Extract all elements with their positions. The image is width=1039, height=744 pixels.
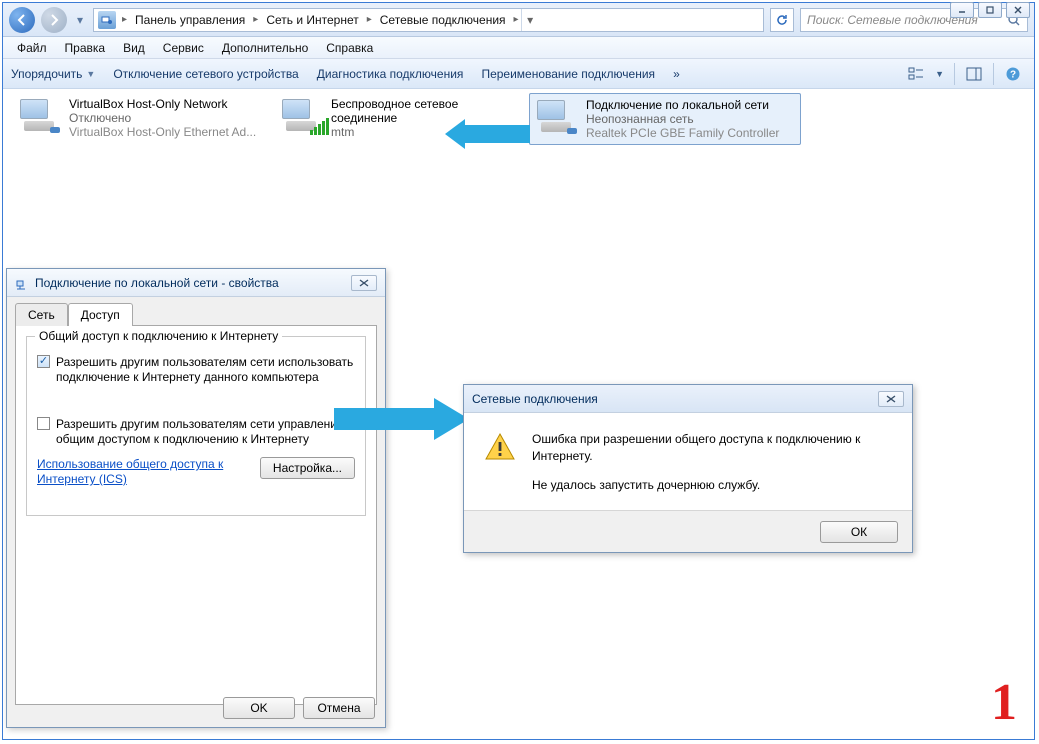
maximize-button[interactable] bbox=[978, 2, 1002, 18]
signal-bars-icon bbox=[310, 117, 329, 135]
tab-network[interactable]: Сеть bbox=[15, 303, 68, 326]
menu-view[interactable]: Вид bbox=[115, 39, 153, 57]
menu-extra[interactable]: Дополнительно bbox=[214, 39, 316, 57]
breadcrumb-item[interactable]: Панель управления bbox=[129, 9, 251, 31]
error-dialog: Сетевые подключения Ошибка при разрешени… bbox=[463, 384, 913, 553]
connection-item-wireless[interactable]: Беспроводное сетевое соединение mtm bbox=[275, 93, 525, 143]
dialog-buttons: OK Отмена bbox=[223, 697, 375, 719]
ok-button[interactable]: OK bbox=[223, 697, 295, 719]
settings-button[interactable]: Настройка... bbox=[260, 457, 355, 479]
warning-icon bbox=[484, 431, 516, 463]
preview-pane-button[interactable] bbox=[965, 65, 983, 83]
connection-device: VirtualBox Host-Only Ethernet Ad... bbox=[69, 125, 256, 139]
ics-groupbox: Общий доступ к подключению к Интернету Р… bbox=[26, 336, 366, 516]
allow-share-checkbox[interactable] bbox=[37, 355, 50, 368]
minimize-button[interactable] bbox=[950, 2, 974, 18]
connection-status: Отключено bbox=[69, 111, 256, 125]
dialog-titlebar[interactable]: Подключение по локальной сети - свойства bbox=[7, 269, 385, 297]
adapter-icon bbox=[17, 97, 63, 137]
error-body: Ошибка при разрешении общего доступа к п… bbox=[464, 413, 912, 510]
tab-strip: Сеть Доступ bbox=[7, 297, 385, 325]
dialog-title: Сетевые подключения bbox=[472, 392, 598, 406]
chevron-right-icon: ▸ bbox=[120, 14, 129, 25]
connection-name-line2: соединение bbox=[331, 111, 458, 125]
properties-dialog: Подключение по локальной сети - свойства… bbox=[6, 268, 386, 728]
allow-control-label: Разрешить другим пользователям сети упра… bbox=[56, 417, 355, 447]
help-button[interactable]: ? bbox=[1004, 65, 1022, 83]
dialog-titlebar[interactable]: Сетевые подключения bbox=[464, 385, 912, 413]
adapter-icon bbox=[279, 97, 325, 137]
error-line2: Не удалось запустить дочернюю службу. bbox=[532, 477, 892, 494]
chevron-right-icon: ▸ bbox=[365, 14, 374, 25]
connection-name: Подключение по локальной сети bbox=[586, 98, 779, 112]
view-mode-button[interactable] bbox=[907, 65, 925, 83]
connection-device: Realtek PCIe GBE Family Controller bbox=[586, 126, 779, 140]
connection-item-virtualbox[interactable]: VirtualBox Host-Only Network Отключено V… bbox=[13, 93, 265, 143]
history-dropdown[interactable]: ▾ bbox=[73, 7, 87, 33]
breadcrumb-item[interactable]: Сетевые подключения bbox=[374, 9, 512, 31]
allow-control-checkbox[interactable] bbox=[37, 417, 50, 430]
allow-share-label: Разрешить другим пользователям сети испо… bbox=[56, 355, 355, 385]
error-footer: ОК bbox=[464, 510, 912, 552]
close-button[interactable] bbox=[1006, 2, 1030, 18]
ok-button[interactable]: ОК bbox=[820, 521, 898, 543]
menu-help[interactable]: Справка bbox=[318, 39, 381, 57]
chevron-right-icon: ▸ bbox=[512, 14, 521, 25]
disable-device-button[interactable]: Отключение сетевого устройства bbox=[113, 67, 298, 81]
organize-button[interactable]: Упорядочить▼ bbox=[11, 67, 95, 81]
menu-bar: Файл Правка Вид Сервис Дополнительно Спр… bbox=[3, 37, 1034, 59]
adapter-icon bbox=[534, 98, 580, 138]
separator bbox=[993, 63, 994, 85]
group-title: Общий доступ к подключению к Интернету bbox=[35, 329, 282, 343]
dialog-close-button[interactable] bbox=[878, 391, 904, 407]
window-caption-buttons bbox=[950, 2, 1030, 20]
dialog-close-button[interactable] bbox=[351, 275, 377, 291]
tab-sharing[interactable]: Доступ bbox=[68, 303, 133, 326]
refresh-button[interactable] bbox=[770, 8, 794, 32]
separator bbox=[954, 63, 955, 85]
forward-button[interactable] bbox=[41, 7, 67, 33]
annotation-number: 1 bbox=[991, 673, 1017, 732]
chevron-down-icon: ▼ bbox=[86, 69, 95, 79]
network-icon bbox=[15, 276, 29, 290]
connection-item-lan[interactable]: Подключение по локальной сети Неопознанн… bbox=[529, 93, 801, 145]
connection-name: Беспроводное сетевое bbox=[331, 97, 458, 111]
menu-edit[interactable]: Правка bbox=[57, 39, 114, 57]
ics-help-link[interactable]: Использование общего доступа кИнтернету … bbox=[37, 457, 223, 486]
navigation-bar: ▾ ▸ Панель управления ▸ Сеть и Интернет … bbox=[3, 3, 1034, 37]
command-bar: Упорядочить▼ Отключение сетевого устройс… bbox=[3, 59, 1034, 89]
back-button[interactable] bbox=[9, 7, 35, 33]
chevron-down-icon[interactable]: ▼ bbox=[935, 69, 944, 79]
connection-status: Неопознанная сеть bbox=[586, 112, 779, 126]
menu-file[interactable]: Файл bbox=[9, 39, 55, 57]
dialog-title: Подключение по локальной сети - свойства bbox=[35, 276, 279, 290]
chevron-right-icon: ▸ bbox=[251, 14, 260, 25]
svg-text:?: ? bbox=[1010, 69, 1016, 80]
diagnose-button[interactable]: Диагностика подключения bbox=[317, 67, 464, 81]
tab-content: Общий доступ к подключению к Интернету Р… bbox=[15, 325, 377, 705]
rename-button[interactable]: Переименование подключения bbox=[481, 67, 655, 81]
connection-name: VirtualBox Host-Only Network bbox=[69, 97, 256, 111]
cancel-button[interactable]: Отмена bbox=[303, 697, 375, 719]
menu-service[interactable]: Сервис bbox=[155, 39, 212, 57]
address-dropdown[interactable]: ▾ bbox=[521, 9, 539, 31]
address-icon bbox=[98, 11, 116, 29]
toolbar-overflow[interactable]: » bbox=[673, 67, 680, 81]
connection-status: mtm bbox=[331, 125, 458, 139]
breadcrumb-item[interactable]: Сеть и Интернет bbox=[260, 9, 364, 31]
error-line1: Ошибка при разрешении общего доступа к п… bbox=[532, 431, 892, 465]
address-bar[interactable]: ▸ Панель управления ▸ Сеть и Интернет ▸ … bbox=[93, 8, 764, 32]
